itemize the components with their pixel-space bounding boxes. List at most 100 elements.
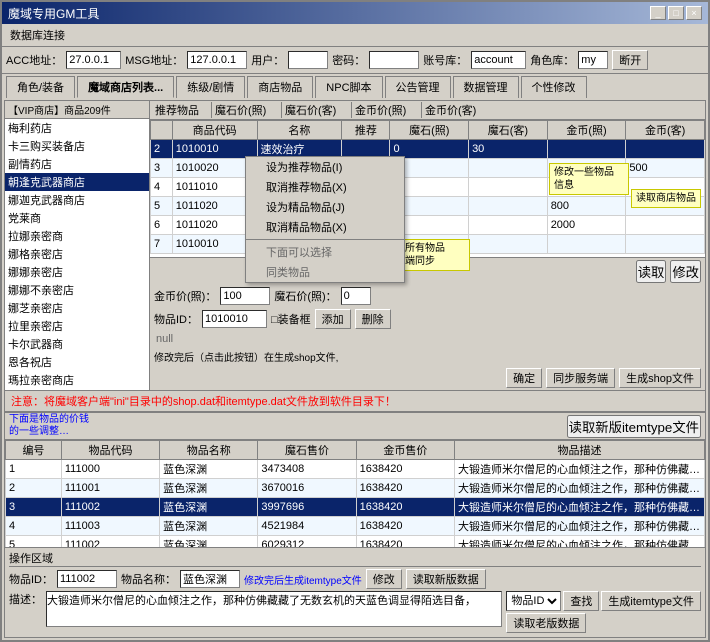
sidebar-item-9[interactable]: 娜娜不亲密店 [5, 281, 149, 299]
acc-input[interactable] [66, 51, 121, 69]
info-read-shop: 读取商店物品 [631, 189, 701, 208]
delete-item-btn[interactable]: 删除 [355, 309, 391, 329]
table-row[interactable]: 2111001蓝色深渊36700161638420 大锻造师米尔僧尼的心血倾注之… [6, 479, 705, 498]
sidebar-item-11[interactable]: 拉里亲密店 [5, 317, 149, 335]
ops-id-input[interactable] [57, 570, 117, 588]
grid-header-row: 推荐物品 魔石价(照) 魔石价(客) 金币价(照) 金币价(客) [150, 101, 705, 120]
item-id-label: 物品ID： [154, 311, 198, 327]
sidebar-item-6[interactable]: 拉娜亲密商 [5, 227, 149, 245]
ops-read-old-btn[interactable]: 读取老版数据 [506, 613, 586, 633]
pwd-input[interactable] [369, 51, 419, 69]
th-gold-c: 金币(客) [626, 121, 705, 140]
sync-server-btn[interactable]: 同步服务端 [546, 368, 615, 388]
sidebar-item-14[interactable]: 瑪拉亲密商店 [5, 371, 149, 389]
tab-personal[interactable]: 个性修改 [521, 76, 587, 98]
maximize-button[interactable]: □ [668, 6, 684, 20]
add-item-btn[interactable]: 添加 [315, 309, 351, 329]
bth-gold: 金币售价 [356, 441, 454, 460]
th-col1: 推荐 [342, 121, 390, 140]
ops-query-btn[interactable]: 查找 [563, 591, 599, 611]
gold-price-input[interactable] [220, 287, 270, 305]
user-label: 用户： [251, 52, 284, 68]
sidebar-header: 【VIP商店】商品209件 [5, 101, 149, 119]
confirm-btn[interactable]: 确定 [506, 368, 542, 388]
modify-note-text: 修改完后（点击此按钮）在生成shop文件, [154, 349, 338, 364]
tab-shop[interactable]: 魔域商店列表... [77, 76, 174, 98]
read-itemtype-btn[interactable]: 读取新版itemtype文件 [567, 415, 701, 438]
table-row[interactable]: 21010010速效治疗030 [151, 140, 705, 159]
item-id-input[interactable] [202, 310, 267, 328]
ctx-same-category2: 同类物品 [246, 262, 404, 282]
tab-npc[interactable]: NPC脚本 [315, 76, 382, 98]
info-modify-item: 修改一些物品信息 [549, 163, 629, 195]
ops-id-label: 物品ID： [9, 571, 53, 587]
ops-edit-btn[interactable]: 修改 [366, 569, 402, 589]
top-section: 【VIP商店】商品209件 梅利药店 卡三购买装备店 副情药店 朝逢克武器商店 … [5, 101, 705, 391]
tab-items[interactable]: 商店物品 [247, 76, 313, 98]
sidebar-item-13[interactable]: 恩各祝店 [5, 353, 149, 371]
stone-price-label: 魔石价(照)： [274, 288, 336, 304]
ctx-set-premium[interactable]: 设为精品物品(J) [246, 197, 404, 217]
role-label: 角色库： [530, 52, 574, 68]
menu-bar: 数据库连接 [2, 24, 708, 47]
ctx-cancel-premium[interactable]: 取消精品物品(X) [246, 217, 404, 237]
ops-sort-row: 物品ID 查找 生成itemtype文件 [506, 591, 701, 611]
db-input[interactable] [471, 51, 526, 69]
tab-level[interactable]: 练级/剧情 [176, 76, 245, 98]
sidebar-item-4[interactable]: 娜迦克武器商店 [5, 191, 149, 209]
sidebar-item-3[interactable]: 朝逢克武器商店 [5, 173, 149, 191]
title-bar: 魔域专用GM工具 _ □ × [2, 2, 708, 24]
ops-desc-row: 描述： 大锻造师米尔僧尼的心血倾注之作，那种仿佛藏藏了无数玄机的天蓝色调显得陌选… [9, 591, 701, 633]
sidebar-item-2[interactable]: 副情药店 [5, 155, 149, 173]
toolbar: ACC地址： MSG地址： 用户： 密码： 账号库： 角色库： 断开 [2, 47, 708, 74]
generate-shop-btn[interactable]: 生成shop文件 [619, 368, 701, 388]
table-row[interactable]: 51011020速效法力800 [151, 197, 705, 216]
bottom-table-wrap[interactable]: 编号 物品代码 物品名称 魔石售价 金币售价 物品描述 1111000蓝色深渊3… [5, 440, 705, 547]
bth-name: 物品名称 [160, 441, 258, 460]
ops-desc-label: 描述： [9, 591, 42, 607]
edit-shop-btn[interactable]: 修改 [670, 260, 701, 283]
tab-data[interactable]: 数据管理 [453, 76, 519, 98]
db-label: 账号库： [423, 52, 467, 68]
table-row[interactable]: 3111002蓝色深渊39976961638420 大锻造师米尔僧尼的心血倾注之… [6, 498, 705, 517]
stone-price-input[interactable] [341, 287, 371, 305]
ops-name-input[interactable] [180, 570, 240, 588]
table-row[interactable]: 5111002蓝色深渊60293121638420 大锻造师米尔僧尼的心血倾注之… [6, 536, 705, 548]
tab-role[interactable]: 角色/装备 [6, 76, 75, 98]
col-recommend: 推荐物品 [152, 102, 212, 118]
context-menu: 设为推荐物品(I) 取消推荐物品(X) 设为精品物品(J) 取消精品物品(X) … [245, 156, 405, 283]
ctx-set-recommend[interactable]: 设为推荐物品(I) [246, 157, 404, 177]
msg-input[interactable] [187, 51, 247, 69]
read-shop-btn[interactable]: 读取 [636, 260, 667, 283]
sidebar-item-7[interactable]: 娜格亲密店 [5, 245, 149, 263]
th-stone-p: 魔石(照) [390, 121, 469, 140]
bth-stone: 魔石售价 [258, 441, 356, 460]
connect-button[interactable]: 断开 [612, 50, 648, 70]
menu-database[interactable]: 数据库连接 [6, 26, 69, 44]
sidebar-item-15[interactable]: 卡利速邮约创店 [5, 389, 149, 390]
sidebar-item-5[interactable]: 党莱商 [5, 209, 149, 227]
th-code: 商品代码 [172, 121, 257, 140]
table-row[interactable]: 1111000蓝色深渊34734081638420 大锻造师米尔僧尼的心血倾注之… [6, 460, 705, 479]
ops-generate-itemtype-btn[interactable]: 生成itemtype文件 [601, 591, 701, 611]
ctx-separator [246, 239, 404, 240]
user-input[interactable] [288, 51, 328, 69]
sidebar-item-8[interactable]: 娜娜亲密店 [5, 263, 149, 281]
table-row[interactable]: 61011020速效法力2000 [151, 216, 705, 235]
role-input[interactable] [578, 51, 608, 69]
acc-label: ACC地址： [6, 52, 62, 68]
ops-desc-textarea[interactable]: 大锻造师米尔僧尼的心血倾注之作，那种仿佛藏藏了无数玄机的天蓝色调显得陌选目备， [46, 591, 502, 627]
minimize-button[interactable]: _ [650, 6, 666, 20]
ops-read-new-btn[interactable]: 读取新版数据 [406, 569, 486, 589]
sidebar-item-0[interactable]: 梅利药店 [5, 119, 149, 137]
close-button[interactable]: × [686, 6, 702, 20]
tab-notice[interactable]: 公告管理 [385, 76, 451, 98]
ops-sort-select[interactable]: 物品ID [506, 591, 561, 611]
ctx-same-category: 下面可以选择 [246, 242, 404, 262]
ctx-cancel-recommend[interactable]: 取消推荐物品(X) [246, 177, 404, 197]
sidebar-item-12[interactable]: 卡尔武器商 [5, 335, 149, 353]
table-row[interactable]: 4111003蓝色深渊45219841638420 大锻造师米尔僧尼的心血倾注之… [6, 517, 705, 536]
sidebar-item-1[interactable]: 卡三购买装备店 [5, 137, 149, 155]
sidebar-item-10[interactable]: 娜芝亲密店 [5, 299, 149, 317]
null-text: null [150, 331, 705, 347]
